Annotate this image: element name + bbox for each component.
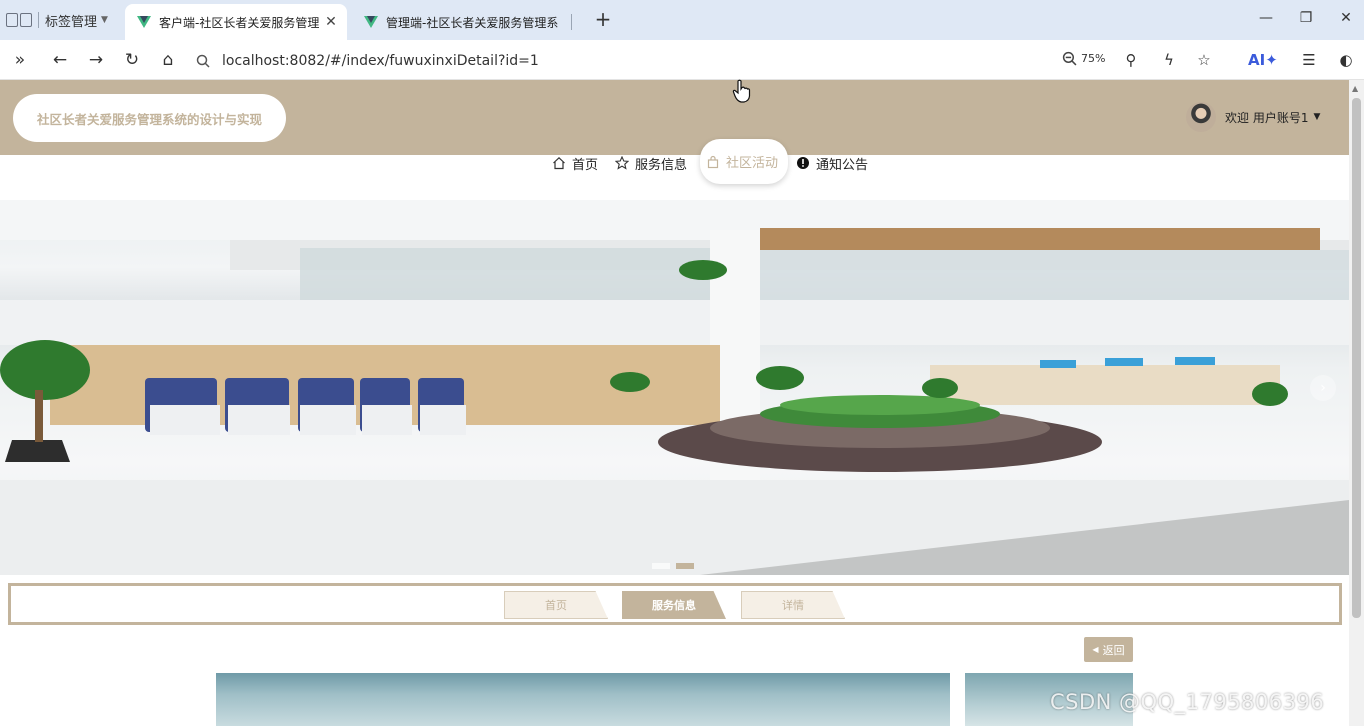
new-tab-button[interactable]: + bbox=[592, 8, 614, 30]
lightning-icon[interactable]: ϟ bbox=[1159, 50, 1179, 70]
tab-divider bbox=[38, 12, 39, 28]
reload-icon[interactable]: ↻ bbox=[122, 50, 142, 70]
back-button[interactable]: ◀ 返回 bbox=[1084, 637, 1133, 662]
tab-title: 管理端-社区长者关爱服务管理系 bbox=[386, 15, 559, 30]
user-greeting[interactable]: 欢迎 用户账号1 bbox=[1225, 109, 1308, 126]
caret-down-icon[interactable]: ▼ bbox=[1313, 112, 1320, 122]
main-nav: 首页 服务信息 社区活动 通知公告 bbox=[0, 139, 1349, 184]
url-text[interactable]: localhost:8082/#/index/fuwuxinxiDetail?i… bbox=[222, 53, 539, 69]
site-title[interactable]: 社区长者关爱服务管理系统的设计与实现 bbox=[13, 94, 286, 142]
nav-label: 首页 bbox=[572, 157, 599, 173]
carousel-dot-active[interactable] bbox=[676, 563, 694, 569]
scrollbar-thumb[interactable] bbox=[1352, 98, 1361, 618]
url-field[interactable]: localhost:8082/#/index/fuwuxinxiDetail?i… bbox=[196, 50, 1046, 72]
hand-cursor-icon bbox=[732, 79, 751, 103]
browser-tab-bar: 标签管理 ▼ 客户端-社区长者关爱服务管理 ✕ 管理端-社区长者关爱服务管理系 … bbox=[0, 0, 1364, 40]
nav-item-notices[interactable]: 通知公告 bbox=[796, 143, 868, 183]
carousel-dot[interactable] bbox=[652, 563, 670, 569]
tab-admin[interactable]: 管理端-社区长者关爱服务管理系 bbox=[352, 4, 574, 40]
star-icon bbox=[615, 156, 629, 170]
favorite-star-icon[interactable]: ☆ bbox=[1194, 50, 1214, 70]
forward-icon[interactable]: → bbox=[86, 50, 106, 70]
back-label: 返回 bbox=[1102, 643, 1125, 657]
user-menu[interactable]: 欢迎 用户账号1 ▼ bbox=[1186, 102, 1320, 132]
alert-icon bbox=[797, 157, 809, 169]
home-button-icon[interactable]: ⌂ bbox=[158, 50, 178, 70]
web-page: 社区长者关爱服务管理系统的设计与实现 欢迎 用户账号1 ▼ 首页 服务信息 社区… bbox=[0, 80, 1349, 726]
watermark: CSDN @QQ_1795806396 bbox=[1050, 690, 1325, 714]
carousel-indicators[interactable] bbox=[652, 563, 694, 569]
home-icon bbox=[553, 156, 565, 170]
sidebar-expand-icon[interactable]: » bbox=[10, 50, 30, 70]
ai-label: AI bbox=[1248, 51, 1266, 69]
extensions-icon[interactable]: ◐ bbox=[1336, 50, 1356, 70]
chevron-down-icon[interactable]: ▼ bbox=[101, 15, 108, 25]
close-window-icon[interactable]: ✕ bbox=[1336, 10, 1356, 26]
address-toolbar: » ← → ↻ ⌂ localhost:8082/#/index/fuwuxin… bbox=[0, 40, 1364, 80]
detail-main-image[interactable] bbox=[216, 673, 950, 726]
nav-label: 社区活动 bbox=[726, 156, 779, 171]
zoom-indicator[interactable]: 75% bbox=[1062, 51, 1105, 66]
avatar[interactable] bbox=[1186, 102, 1216, 132]
minimize-icon[interactable]: — bbox=[1256, 10, 1276, 26]
nav-item-community-activity[interactable]: 社区活动 bbox=[700, 139, 789, 184]
breadcrumb: 首页 服务信息 详情 bbox=[8, 583, 1342, 625]
tab-group[interactable]: 标签管理 ▼ bbox=[6, 8, 118, 32]
nav-label: 通知公告 bbox=[816, 157, 869, 173]
carousel-next-button[interactable]: › bbox=[1310, 375, 1336, 401]
breadcrumb-service-info[interactable]: 服务信息 bbox=[622, 591, 726, 619]
key-icon[interactable]: ⚲ bbox=[1121, 50, 1141, 70]
scroll-up-icon[interactable]: ▲ bbox=[1352, 84, 1358, 93]
tab-client[interactable]: 客户端-社区长者关爱服务管理 ✕ bbox=[125, 4, 347, 40]
vue-logo-icon bbox=[364, 16, 378, 28]
tab-group-label[interactable]: 标签管理 bbox=[45, 11, 97, 30]
ai-assistant-button[interactable]: AI✦ bbox=[1248, 50, 1278, 70]
vue-logo-icon bbox=[137, 16, 151, 28]
caret-left-icon: ◀ bbox=[1092, 645, 1099, 654]
lobby-photo bbox=[0, 200, 1349, 575]
nav-item-service-info[interactable]: 服务信息 bbox=[615, 143, 687, 183]
restore-icon[interactable]: ❐ bbox=[1296, 10, 1316, 26]
breadcrumb-detail: 详情 bbox=[741, 591, 845, 619]
breadcrumb-home[interactable]: 首页 bbox=[504, 591, 608, 619]
reading-list-icon[interactable]: ☰ bbox=[1299, 50, 1319, 70]
close-tab-icon[interactable]: ✕ bbox=[323, 14, 339, 30]
page-scrollbar[interactable]: ▲ bbox=[1349, 80, 1364, 726]
tab-groups-icon[interactable] bbox=[6, 11, 36, 29]
back-icon[interactable]: ← bbox=[50, 50, 70, 70]
tab-divider bbox=[571, 14, 572, 30]
banner-carousel[interactable]: › bbox=[0, 200, 1349, 575]
nav-item-home[interactable]: 首页 bbox=[552, 143, 598, 183]
tab-title: 客户端-社区长者关爱服务管理 bbox=[159, 15, 320, 30]
zoom-out-icon[interactable] bbox=[1062, 51, 1077, 66]
search-icon bbox=[196, 54, 210, 68]
bag-icon bbox=[707, 155, 719, 168]
zoom-level: 75% bbox=[1081, 52, 1106, 65]
nav-label: 服务信息 bbox=[635, 157, 688, 173]
